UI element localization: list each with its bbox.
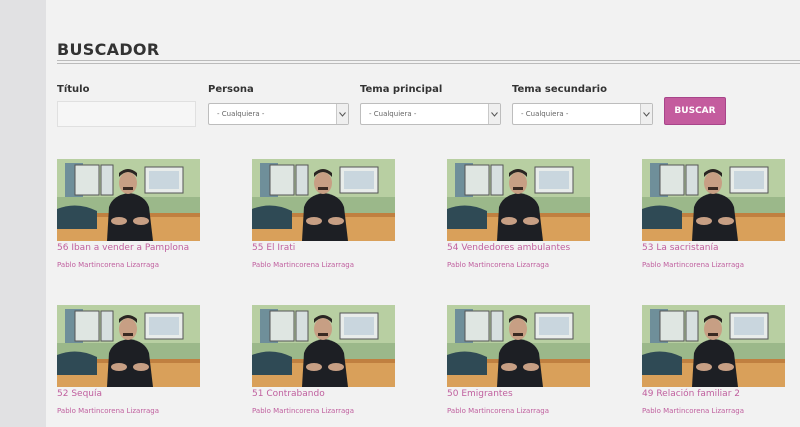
result-title-link[interactable]: 49 Relación familiar 2 bbox=[642, 389, 785, 399]
result-card[interactable]: 55 El Irati Pablo Martincorena Lizarraga bbox=[252, 159, 395, 269]
result-author-link[interactable]: Pablo Martincorena Lizarraga bbox=[57, 407, 200, 415]
result-card[interactable]: 52 Sequía Pablo Martincorena Lizarraga bbox=[57, 305, 200, 415]
result-author-link[interactable]: Pablo Martincorena Lizarraga bbox=[642, 261, 785, 269]
page-title: BUSCADOR bbox=[57, 40, 160, 59]
persona-label: Persona bbox=[208, 84, 254, 95]
result-title-link[interactable]: 54 Vendedores ambulantes bbox=[447, 243, 590, 253]
result-card[interactable]: 49 Relación familiar 2 Pablo Martincorena… bbox=[642, 305, 785, 415]
result-title-link[interactable]: 52 Sequía bbox=[57, 389, 200, 399]
result-title-link[interactable]: 51 Contrabando bbox=[252, 389, 395, 399]
persona-select[interactable]: - Cualquiera - bbox=[208, 103, 349, 125]
persona-select-value: - Cualquiera - bbox=[217, 110, 265, 118]
result-author-link[interactable]: Pablo Martincorena Lizarraga bbox=[57, 261, 200, 269]
video-thumbnail[interactable] bbox=[642, 305, 785, 387]
video-thumbnail[interactable] bbox=[447, 159, 590, 241]
tema-principal-label: Tema principal bbox=[360, 84, 443, 95]
chevron-down-icon bbox=[488, 104, 500, 124]
result-card[interactable]: 56 Iban a vender a Pamplona Pablo Martinc… bbox=[57, 159, 200, 269]
video-thumbnail[interactable] bbox=[447, 305, 590, 387]
tema-principal-select-value: - Cualquiera - bbox=[369, 110, 417, 118]
result-title-link[interactable]: 53 La sacristanía bbox=[642, 243, 785, 253]
result-author-link[interactable]: Pablo Martincorena Lizarraga bbox=[642, 407, 785, 415]
left-sidebar-strip bbox=[0, 0, 46, 427]
result-author-link[interactable]: Pablo Martincorena Lizarraga bbox=[447, 261, 590, 269]
title-divider-secondary bbox=[57, 63, 800, 64]
tema-principal-select[interactable]: - Cualquiera - bbox=[360, 103, 501, 125]
video-thumbnail[interactable] bbox=[57, 159, 200, 241]
titulo-input[interactable] bbox=[57, 101, 196, 127]
title-divider bbox=[57, 60, 800, 61]
chevron-down-icon bbox=[336, 104, 348, 124]
result-author-link[interactable]: Pablo Martincorena Lizarraga bbox=[447, 407, 590, 415]
titulo-label: Título bbox=[57, 84, 90, 95]
result-title-link[interactable]: 50 Emigrantes bbox=[447, 389, 590, 399]
main-content: BUSCADOR Título Persona - Cualquiera - T… bbox=[46, 0, 800, 427]
result-card[interactable]: 53 La sacristanía Pablo Martincorena Liza… bbox=[642, 159, 785, 269]
result-author-link[interactable]: Pablo Martincorena Lizarraga bbox=[252, 261, 395, 269]
video-thumbnail[interactable] bbox=[57, 305, 200, 387]
result-card[interactable]: 50 Emigrantes Pablo Martincorena Lizarrag… bbox=[447, 305, 590, 415]
result-author-link[interactable]: Pablo Martincorena Lizarraga bbox=[252, 407, 395, 415]
video-thumbnail[interactable] bbox=[252, 159, 395, 241]
video-thumbnail[interactable] bbox=[252, 305, 395, 387]
result-title-link[interactable]: 56 Iban a vender a Pamplona bbox=[57, 243, 200, 253]
tema-secundario-label: Tema secundario bbox=[512, 84, 607, 95]
tema-secundario-select[interactable]: - Cualquiera - bbox=[512, 103, 653, 125]
search-button[interactable]: BUSCAR bbox=[664, 97, 726, 125]
video-thumbnail[interactable] bbox=[642, 159, 785, 241]
result-card[interactable]: 51 Contrabando Pablo Martincorena Lizarra… bbox=[252, 305, 395, 415]
chevron-down-icon bbox=[640, 104, 652, 124]
tema-secundario-select-value: - Cualquiera - bbox=[521, 110, 569, 118]
result-title-link[interactable]: 55 El Irati bbox=[252, 243, 395, 253]
result-card[interactable]: 54 Vendedores ambulantes Pablo Martincore… bbox=[447, 159, 590, 269]
